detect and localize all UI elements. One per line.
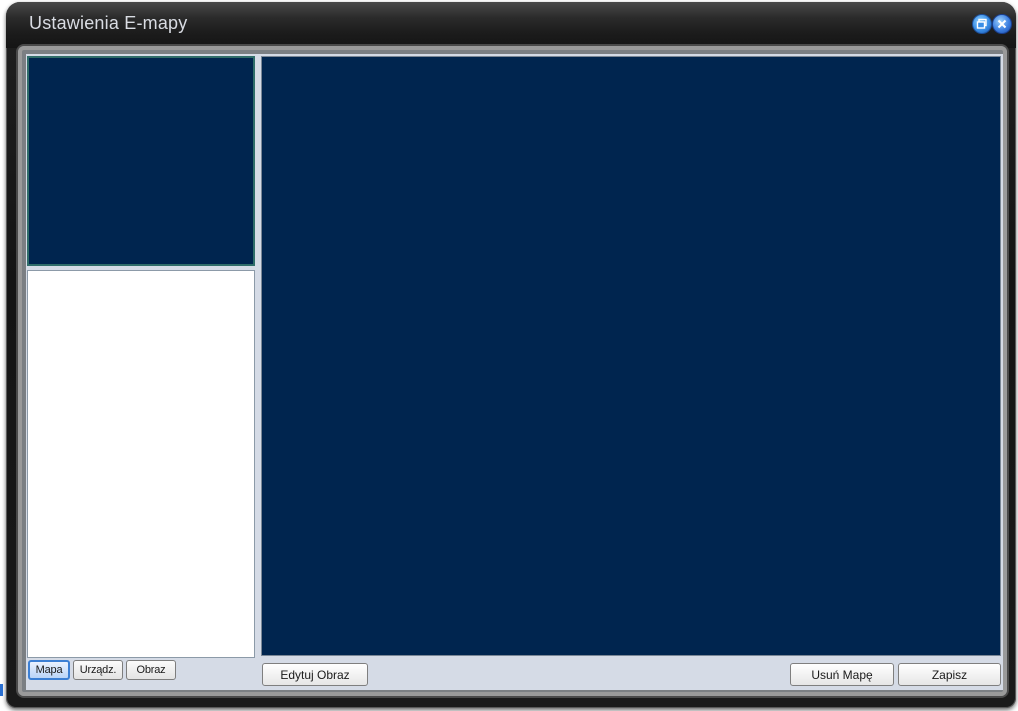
tab-image[interactable]: Obraz [126, 660, 176, 680]
window-title: Ustawienia E-mapy [29, 13, 188, 33]
tab-devices[interactable]: Urządz. [73, 660, 123, 680]
window-frame: Mapa Urządz. Obraz Edytuj Obraz Usuń Map… [18, 46, 1007, 696]
close-button[interactable] [992, 14, 1012, 34]
taskbar-edge [0, 684, 3, 696]
tab-map[interactable]: Mapa [28, 660, 70, 680]
map-tree-panel[interactable] [27, 270, 255, 658]
save-button[interactable]: Zapisz [898, 663, 1001, 686]
restore-button[interactable] [972, 14, 992, 34]
restore-icon [976, 18, 988, 30]
map-canvas[interactable] [261, 56, 1001, 656]
emap-settings-window: Ustawienia E-mapy Mapa Urządz. Obraz Edy… [6, 2, 1016, 708]
close-icon [996, 18, 1008, 30]
edit-image-button[interactable]: Edytuj Obraz [262, 663, 368, 686]
window-content: Mapa Urządz. Obraz Edytuj Obraz Usuń Map… [26, 54, 1003, 690]
title-bar[interactable]: Ustawienia E-mapy [6, 2, 1016, 48]
map-preview-panel[interactable] [27, 56, 255, 266]
delete-map-button[interactable]: Usuń Mapę [790, 663, 894, 686]
